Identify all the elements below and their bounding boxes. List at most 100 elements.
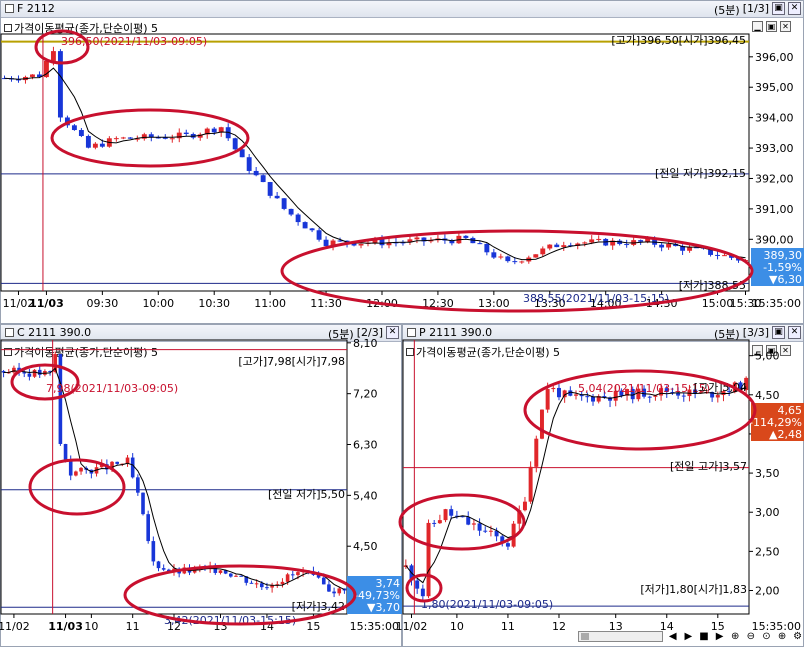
candle-body (624, 244, 630, 246)
play-icon[interactable]: ▶ (682, 630, 695, 643)
x-tick-label: 10 (450, 620, 464, 633)
candle-body (534, 438, 539, 467)
candle-body (63, 443, 68, 461)
moving-average-line (3, 367, 345, 591)
candle-body (281, 198, 287, 209)
y-tick-label: 7,20 (353, 388, 378, 401)
x-tick-label: 10 (84, 620, 98, 633)
candle-body (280, 581, 285, 585)
zoom-fit-icon[interactable]: ⊕ (776, 630, 789, 643)
candle-body (259, 583, 264, 588)
candle-body (554, 244, 560, 248)
candle-body (37, 369, 42, 375)
x-tick-label: 10:00 (142, 297, 174, 310)
candle-body (415, 580, 420, 589)
candle-body (265, 587, 269, 589)
x-tick-label: 15 (306, 620, 320, 633)
candle-body (113, 138, 119, 140)
chart-navigation-toolbar: ◀ ▶ ■ ▶ ⊕ ⊖ ⊙ ⊕ ⚙ (578, 628, 804, 645)
candle-body (466, 517, 471, 525)
candle-body (687, 247, 693, 251)
candle-body (321, 577, 326, 585)
candle-body (483, 530, 488, 532)
x-tick-label: 12 (552, 620, 566, 633)
candle-body (141, 492, 145, 515)
candle-body (232, 138, 238, 150)
y-tick-label: 392,00 (755, 172, 794, 185)
candle-body (545, 389, 550, 410)
put-chart-panel: P 2111 390.0 (5분) [3/3] ▣ ✕ 가격이동평균(종가,단순… (396, 324, 804, 647)
x-tick-label: 11:00 (254, 297, 286, 310)
zoom-in-icon[interactable]: ⊕ (729, 630, 742, 643)
forward-icon[interactable]: ▶ (713, 630, 726, 643)
y-tick-label: 394,00 (755, 112, 794, 125)
candle-body (547, 244, 553, 249)
candle-body (491, 252, 497, 258)
candle-body (302, 222, 308, 229)
candle-body (239, 575, 243, 577)
candle-body (471, 523, 476, 525)
candle-body (437, 520, 442, 524)
x-tick-label: 11/03 (48, 620, 83, 633)
candle-body (681, 395, 686, 397)
candle-body (358, 243, 364, 246)
timestamp-label: 15:35:00 (350, 620, 399, 633)
settings-icon[interactable]: ⚙ (791, 630, 804, 643)
low-note: 1,80(2021/11/03-09:05) (421, 598, 553, 611)
candle-body (71, 125, 77, 131)
candle-body (78, 130, 84, 136)
candle-body (125, 457, 130, 464)
candle-body (596, 238, 602, 240)
y-tick-label: 5,40 (353, 489, 378, 502)
candle-body (556, 387, 561, 398)
zoom-reset-icon[interactable]: ⊙ (760, 630, 773, 643)
x-tick-label: 11 (126, 620, 140, 633)
candle-body (211, 128, 217, 133)
candle-body (561, 245, 567, 248)
candle-body (379, 239, 385, 246)
high-open-label: [고가]7,98[시가]7,98 (238, 355, 345, 368)
y-tick-label: 3,50 (755, 467, 780, 480)
y-tick-label: 3,00 (755, 506, 780, 519)
candle-body (92, 143, 98, 148)
stop-icon[interactable]: ■ (698, 630, 711, 643)
candle-body (136, 477, 140, 493)
candle-body (254, 583, 259, 585)
candle-body (522, 501, 527, 511)
candle-body (715, 254, 720, 256)
call-candlestick-chart[interactable]: 8,107,206,305,404,5011/02 11/03 10 11 12 13 14… (0, 325, 403, 647)
candle-body (218, 570, 223, 573)
highlight-ellipse (398, 493, 526, 551)
y-tick-label: 391,00 (755, 203, 794, 216)
candle-body (463, 235, 469, 238)
candle-body (27, 373, 32, 377)
candle-body (551, 387, 556, 390)
candle-body (127, 137, 133, 139)
candle-body (85, 135, 91, 148)
candle-body (337, 588, 342, 594)
put-candlestick-chart[interactable]: 5,004,504,003,503,002,502,0011/021011121… (396, 325, 804, 647)
candle-body (715, 395, 720, 398)
prev-high-label: [전일 고가]3,57 (670, 459, 747, 473)
candle-body (30, 74, 35, 77)
highlight-ellipse (28, 458, 126, 516)
y-tick-label: 2,50 (755, 545, 780, 558)
scroll-slider[interactable] (578, 631, 664, 642)
futures-chart-panel: F 2112 (5분) [1/3] ▣ ✕ 가격이동평균(종가,단순이평) 5 … (0, 0, 804, 324)
y-tick-label: 390,00 (755, 233, 794, 246)
candle-body (647, 396, 652, 398)
candle-body (539, 409, 544, 439)
rewind-icon[interactable]: ◀ (666, 630, 679, 643)
candle-body (161, 568, 166, 570)
candle-body (528, 466, 533, 502)
scroll-slider-thumb[interactable] (581, 633, 589, 640)
candle-body (246, 157, 252, 171)
candle-body (666, 243, 672, 248)
futures-candlestick-chart[interactable]: 396,00 395,00 394,00 393,00 392,00 391,00 390,… (0, 1, 804, 325)
candle-body (432, 522, 437, 524)
candle-body (156, 561, 161, 569)
candle-body (414, 237, 420, 240)
zoom-out-icon[interactable]: ⊖ (745, 630, 758, 643)
plot-frame (0, 33, 750, 292)
y-tick-label: 395,00 (755, 81, 794, 94)
